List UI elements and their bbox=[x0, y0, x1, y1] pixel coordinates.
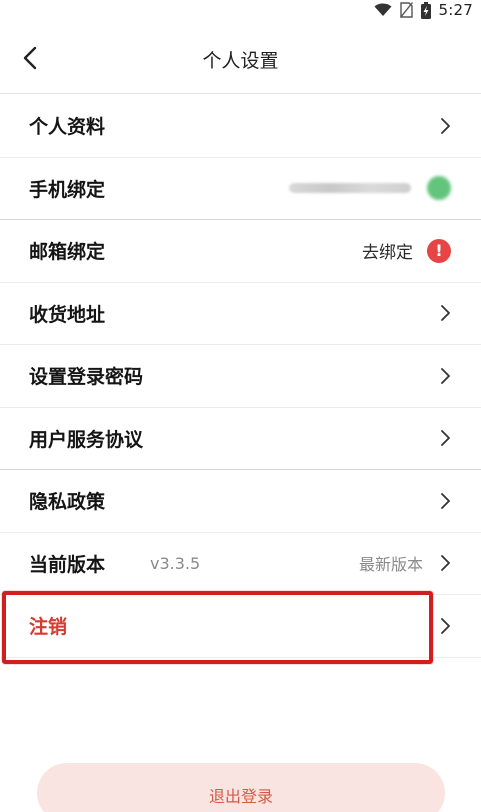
row-cancel-account[interactable]: 注销 bbox=[0, 595, 481, 658]
row-right bbox=[439, 617, 453, 635]
row-right bbox=[439, 367, 453, 385]
email-binding-action[interactable]: 去绑定 bbox=[362, 238, 413, 263]
row-right bbox=[439, 117, 453, 135]
row-right: 最新版本 bbox=[359, 551, 453, 575]
logout-button[interactable]: 退出登录 bbox=[37, 763, 445, 812]
row-right: 去绑定 ! bbox=[362, 238, 451, 263]
battery-charging-icon bbox=[420, 1, 431, 19]
row-label: 收货地址 bbox=[29, 303, 106, 326]
bound-status-icon bbox=[427, 176, 451, 201]
status-icons: 5:27 bbox=[374, 1, 473, 19]
version-number: v3.3.5 bbox=[150, 553, 201, 573]
settings-list: 个人资料 手机绑定 邮箱绑定 去绑定 ! 收货地址 设置登录密码 用户服务协议 … bbox=[0, 95, 481, 658]
status-bar: 5:27 bbox=[0, 0, 481, 22]
row-right bbox=[439, 304, 453, 322]
chevron-right-icon bbox=[441, 617, 450, 634]
row-login-password[interactable]: 设置登录密码 bbox=[0, 345, 481, 408]
wifi-icon bbox=[374, 3, 392, 16]
row-label: 设置登录密码 bbox=[29, 366, 144, 389]
chevron-right-icon bbox=[441, 367, 450, 384]
row-right bbox=[289, 176, 451, 201]
blurred-phone-number bbox=[289, 183, 411, 194]
header: 个人设置 bbox=[0, 22, 481, 94]
chevron-right-icon bbox=[441, 430, 450, 447]
row-user-agreement[interactable]: 用户服务协议 bbox=[0, 408, 481, 470]
logout-label: 退出登录 bbox=[208, 787, 273, 806]
screen: 5:27 个人设置 个人资料 手机绑定 邮箱绑定 去绑定 ! 收货地址 设置登录… bbox=[0, 0, 481, 812]
row-phone-binding[interactable]: 手机绑定 bbox=[0, 158, 481, 220]
chevron-right-icon bbox=[441, 117, 450, 134]
status-time: 5:27 bbox=[438, 1, 473, 19]
row-label: 手机绑定 bbox=[29, 178, 106, 201]
row-label: 个人资料 bbox=[29, 116, 106, 139]
row-privacy-policy[interactable]: 隐私政策 bbox=[0, 470, 481, 533]
version-status: 最新版本 bbox=[358, 555, 423, 575]
row-label: 当前版本 bbox=[29, 553, 106, 576]
page-title: 个人设置 bbox=[202, 50, 279, 72]
row-email-binding[interactable]: 邮箱绑定 去绑定 ! bbox=[0, 220, 481, 283]
row-label: 隐私政策 bbox=[29, 491, 106, 514]
row-label: 注销 bbox=[29, 616, 68, 639]
chevron-right-icon bbox=[441, 492, 450, 509]
no-sim-icon bbox=[399, 2, 413, 18]
alert-icon: ! bbox=[427, 238, 451, 263]
row-shipping-address[interactable]: 收货地址 bbox=[0, 283, 481, 345]
row-label: 用户服务协议 bbox=[29, 428, 144, 451]
row-right bbox=[439, 429, 453, 447]
chevron-right-icon bbox=[441, 305, 450, 322]
row-label: 邮箱绑定 bbox=[29, 241, 106, 264]
row-profile[interactable]: 个人资料 bbox=[0, 95, 481, 158]
row-right bbox=[439, 492, 453, 510]
chevron-right-icon bbox=[441, 555, 450, 572]
row-current-version[interactable]: 当前版本 v3.3.5 最新版本 bbox=[0, 533, 481, 595]
